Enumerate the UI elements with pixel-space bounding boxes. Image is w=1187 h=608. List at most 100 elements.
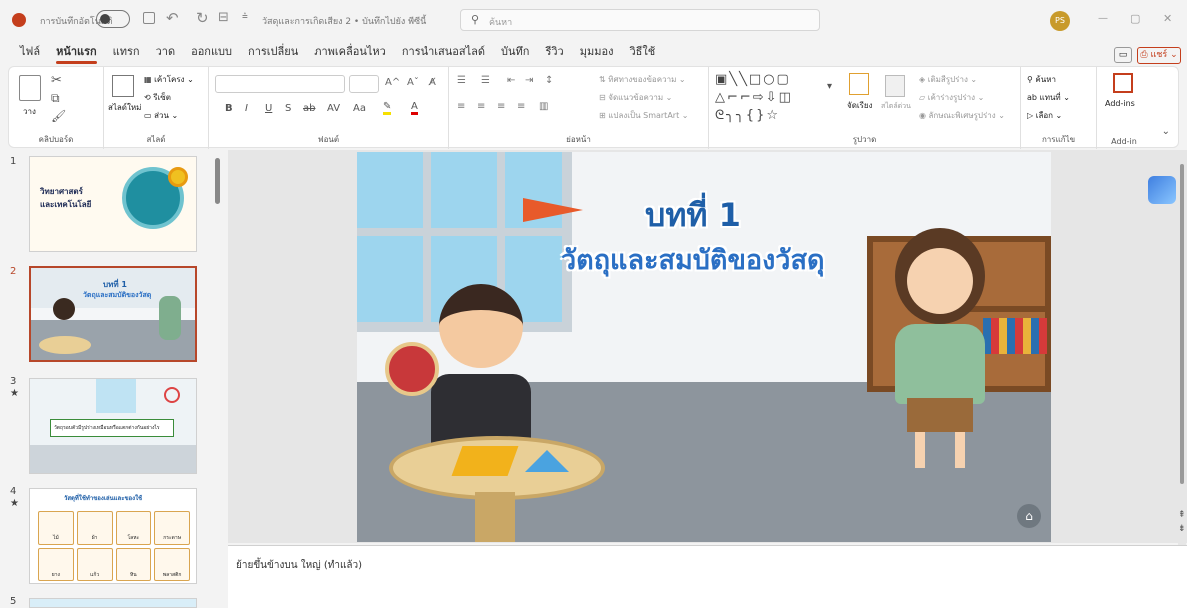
thumbnail-scroll-thumb[interactable] <box>215 158 220 204</box>
slide-thumbnail-4[interactable]: วัสดุที่ใช้ทำของเล่นและของใช้ ไม้ ผ้า โลหะ… <box>29 488 197 584</box>
clear-format-icon[interactable]: A̸ <box>429 77 436 88</box>
highlight-icon[interactable]: ✎ <box>383 101 392 115</box>
grow-font-icon[interactable]: A^ <box>385 77 400 88</box>
tab-6[interactable]: ภาพเคลื่อนไหว <box>306 40 394 64</box>
font-name-box[interactable] <box>215 75 345 93</box>
user-avatar[interactable]: PS <box>1050 11 1070 31</box>
prev-slide-icon[interactable]: ⇞ <box>1178 510 1186 520</box>
justify-icon[interactable]: ≡ <box>517 101 525 112</box>
slide-scroll-thumb[interactable] <box>1180 164 1184 484</box>
find-button[interactable]: ⚲ ค้นหา <box>1027 73 1056 86</box>
section-button[interactable]: ▭ ส่วน ⌄ <box>144 109 178 122</box>
columns-icon[interactable]: ▥ <box>539 101 548 112</box>
align-left-icon[interactable]: ≡ <box>457 101 465 112</box>
paste-button[interactable]: วาง <box>23 105 36 118</box>
slide-thumbnail-1[interactable]: วิทยาศาสตร์ และเทคโนโลยี <box>29 156 197 252</box>
shape-fill-button[interactable]: ◈ เติมสีรูปร่าง ⌄ <box>919 73 977 86</box>
restore-button[interactable]: ▢ <box>1130 12 1140 25</box>
search-box[interactable]: ⚲ ค้นหา <box>460 9 820 31</box>
slide-subtitle[interactable]: วัตถุและสมบัติของวัสดุ <box>561 238 824 281</box>
addins-icon[interactable] <box>1113 73 1133 93</box>
collapse-ribbon-icon[interactable]: ⌄ <box>1162 126 1170 137</box>
quick-styles-button[interactable]: สไตล์ด่วน <box>881 101 911 112</box>
gallery-more-icon[interactable]: ▾ <box>827 81 832 92</box>
layout-button[interactable]: ▦ เค้าโครง ⌄ <box>144 73 194 86</box>
paste-icon[interactable] <box>19 75 41 101</box>
notes-pane[interactable]: ย้ายขึ้นข้างบน ใหญ่ (ทำแล้ว) <box>228 545 1187 608</box>
thumb-title: วิทยาศาสตร์ และเทคโนโลยี <box>40 187 92 209</box>
align-center-icon[interactable]: ≡ <box>477 101 485 112</box>
thumb-title: วัสดุที่ใช้ทำของเล่นและของใช้ <box>64 495 143 502</box>
share-button[interactable]: ⎙ แชร์ ⌄ <box>1137 47 1181 64</box>
italic-button[interactable]: I <box>245 103 248 114</box>
shrink-font-icon[interactable]: Aˇ <box>407 77 419 88</box>
copy-icon[interactable]: ⧉ <box>51 91 60 106</box>
reset-button[interactable]: ⟲ รีเซ็ต <box>144 91 171 104</box>
tab-5[interactable]: การเปลี่ยน <box>240 40 306 64</box>
minimize-button[interactable]: — <box>1098 13 1108 24</box>
change-case-button[interactable]: Aa <box>353 103 366 114</box>
undo-icon[interactable]: ↶ <box>166 9 179 27</box>
tab-3[interactable]: วาด <box>148 40 184 64</box>
cut-icon[interactable]: ✂ <box>51 73 62 88</box>
current-slide[interactable]: บทที่ 1 วัตถุและสมบัติของวัสดุ ⌂ <box>357 152 1051 542</box>
align-right-icon[interactable]: ≡ <box>497 101 505 112</box>
format-painter-icon[interactable]: 🖌 <box>51 109 66 123</box>
shadow-button[interactable]: S <box>285 103 291 114</box>
strikethrough-icon[interactable]: ab <box>303 103 315 114</box>
tab-0[interactable]: ไฟล์ <box>12 40 48 64</box>
select-button[interactable]: ▷ เลือก ⌄ <box>1027 109 1062 122</box>
indent-icon[interactable]: ⇤ <box>507 75 515 86</box>
arrange-icon[interactable] <box>849 73 869 95</box>
tab-7[interactable]: การนำเสนอสไลด์ <box>394 40 493 64</box>
addins-button[interactable]: Add-ins <box>1105 99 1135 108</box>
notes-text[interactable]: ย้ายขึ้นข้างบน ใหญ่ (ทำแล้ว) <box>236 558 362 573</box>
tab-11[interactable]: วิธีใช้ <box>621 40 663 64</box>
new-slide-icon[interactable] <box>112 75 134 97</box>
document-title[interactable]: วัสดุและการเกิดเสียง 2 • บันทึกไปยัง พีซ… <box>262 14 426 28</box>
home-icon[interactable]: ⌂ <box>1017 504 1041 528</box>
smartart-button[interactable]: ⊞ แปลงเป็น SmartArt ⌄ <box>599 109 688 122</box>
new-slide-button[interactable]: สไลด์ใหม่ <box>108 101 141 114</box>
tab-4[interactable]: ออกแบบ <box>183 40 240 64</box>
tab-9[interactable]: รีวิว <box>537 40 571 64</box>
slide-thumbnail-5[interactable] <box>29 598 197 608</box>
bold-button[interactable]: B <box>225 103 233 114</box>
shape-outline-button[interactable]: ▱ เค้าร่างรูปร่าง ⌄ <box>919 91 984 104</box>
tab-1[interactable]: หน้าแรก <box>48 40 105 64</box>
paper-lightning <box>451 446 519 476</box>
arrange-button[interactable]: จัดเรียง <box>847 99 873 112</box>
autosave-toggle[interactable] <box>96 10 130 28</box>
line-spacing-icon[interactable]: ↕ <box>545 75 553 86</box>
close-button[interactable]: ✕ <box>1163 12 1172 25</box>
tab-10[interactable]: มุมมอง <box>572 40 622 64</box>
quick-styles-icon[interactable] <box>885 75 905 97</box>
bullets-icon[interactable]: ☰ <box>457 75 466 86</box>
text-direction-button[interactable]: ⇅ ทิศทางของข้อความ ⌄ <box>599 73 686 86</box>
font-color-icon[interactable]: A <box>411 101 418 115</box>
shapes-gallery[interactable]: ▣╲╲□○▢ △⌐⌐⇨⇩◫ ᘓ╮╮{}☆ <box>715 71 825 127</box>
char-spacing-icon[interactable]: AV <box>327 103 340 114</box>
customize-qat-icon[interactable]: ⩮ <box>242 11 248 22</box>
shape-effects-button[interactable]: ◉ ลักษณะพิเศษรูปร่าง ⌄ <box>919 109 1005 122</box>
replace-button[interactable]: ab แทนที่ ⌄ <box>1027 91 1070 104</box>
align-text-button[interactable]: ⊟ จัดแนวข้อความ ⌄ <box>599 91 672 104</box>
slide-scrollbar[interactable] <box>1178 150 1186 545</box>
redo-icon[interactable]: ↻ <box>196 9 209 27</box>
thumbnail-scrollbar[interactable] <box>214 150 222 608</box>
tab-2[interactable]: แทรก <box>105 40 148 64</box>
present-icon[interactable]: ⊟ <box>218 10 229 25</box>
outdent-icon[interactable]: ⇥ <box>525 75 533 86</box>
material-label: ไม้ <box>52 535 59 541</box>
font-size-box[interactable] <box>349 75 379 93</box>
underline-button[interactable]: U <box>265 103 272 114</box>
slide-title[interactable]: บทที่ 1 <box>645 190 741 241</box>
save-icon[interactable] <box>143 12 155 24</box>
slide-thumbnail-3[interactable]: วัตถุรอบตัวมีรูปร่างเหมือนหรือแตกต่างกัน… <box>29 378 197 474</box>
tab-8[interactable]: บันทึก <box>493 40 537 64</box>
numbering-icon[interactable]: ☰ <box>481 75 490 86</box>
copilot-icon[interactable] <box>1148 176 1176 204</box>
comments-button[interactable]: ▭ <box>1114 47 1132 63</box>
slide-thumbnail-2[interactable]: บทที่ 1 วัตถุและสมบัติของวัสดุ <box>29 266 197 362</box>
next-slide-icon[interactable]: ⇟ <box>1178 524 1186 534</box>
